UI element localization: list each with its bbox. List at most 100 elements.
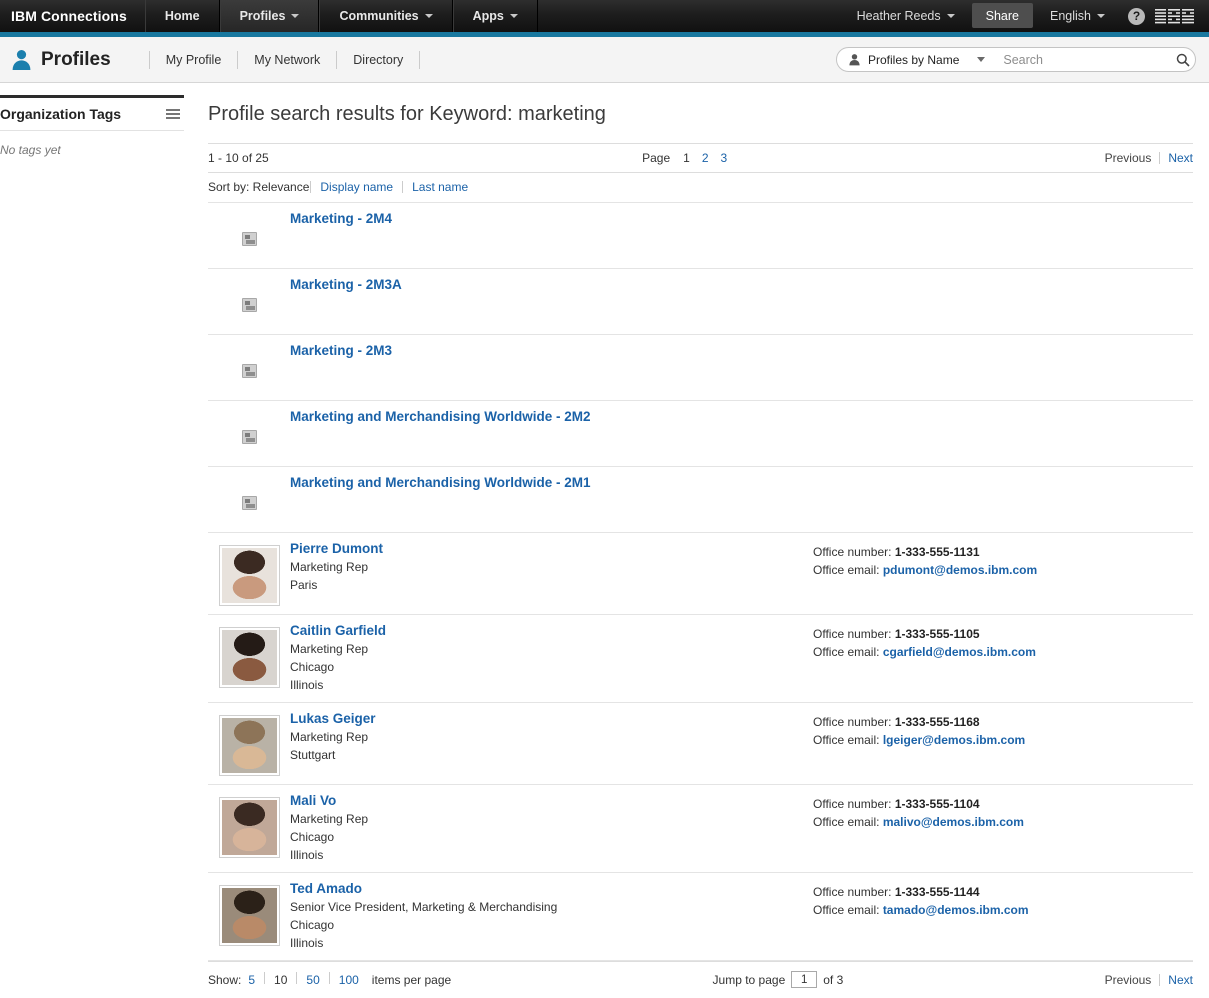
chevron-down-icon: [425, 14, 433, 18]
office-email-link[interactable]: cgarfield@demos.ibm.com: [883, 645, 1036, 659]
share-button[interactable]: Share: [972, 3, 1033, 28]
user-menu[interactable]: Heather Reeds: [844, 0, 968, 32]
global-nav-label: Profiles: [240, 9, 286, 23]
result-thumbnail: [208, 343, 290, 392]
jump-page-input[interactable]: [791, 971, 817, 988]
office-email-label: Office email:: [813, 645, 883, 659]
broken-image-icon: [242, 364, 257, 378]
result-detail-line: Marketing Rep: [290, 810, 797, 828]
avatar[interactable]: [219, 545, 280, 606]
avatar-image: [222, 888, 277, 943]
chevron-down-icon: [510, 14, 518, 18]
office-number-line: Office number: 1-333-555-1105: [813, 625, 1193, 643]
office-number-value: 1-333-555-1105: [895, 627, 980, 641]
result-name-link[interactable]: Marketing and Merchandising Worldwide - …: [290, 475, 591, 492]
broken-image-icon: [242, 298, 257, 312]
result-contact-info: [813, 277, 1193, 326]
items-per-page-options: 51050100: [241, 972, 365, 987]
empty-state-text: No tags yet: [0, 131, 184, 157]
result-thumbnail: [208, 409, 290, 458]
org-result-row: Marketing and Merchandising Worldwide - …: [208, 401, 1193, 467]
app-nav-my-network[interactable]: My Network: [238, 53, 336, 67]
items-per-page-50[interactable]: 50: [299, 973, 326, 987]
office-email-link[interactable]: malivo@demos.ibm.com: [883, 815, 1024, 829]
result-details: Marketing and Merchandising Worldwide - …: [290, 475, 813, 524]
avatar-image: [222, 630, 277, 685]
items-per-page-5[interactable]: 5: [241, 973, 262, 987]
result-details: Marketing and Merchandising Worldwide - …: [290, 409, 813, 458]
result-name-link[interactable]: Mali Vo: [290, 793, 336, 810]
result-name-link[interactable]: Ted Amado: [290, 881, 362, 898]
result-thumbnail: [208, 541, 290, 606]
result-name-link[interactable]: Lukas Geiger: [290, 711, 376, 728]
brand-logo[interactable]: IBM Connections: [0, 0, 145, 32]
result-name-link[interactable]: Marketing - 2M3A: [290, 277, 402, 294]
avatar[interactable]: [219, 715, 280, 776]
global-nav-home[interactable]: Home: [145, 0, 220, 32]
search-bar: Profiles by Name: [836, 47, 1196, 72]
result-details: Caitlin GarfieldMarketing RepChicagoIlli…: [290, 623, 813, 694]
page-link-3[interactable]: 3: [717, 151, 732, 165]
divider: [419, 51, 420, 69]
result-details: Ted AmadoSenior Vice President, Marketin…: [290, 881, 813, 952]
result-name-link[interactable]: Marketing - 2M4: [290, 211, 392, 228]
result-name-link[interactable]: Marketing and Merchandising Worldwide - …: [290, 409, 591, 426]
previous-link-top[interactable]: Previous: [1105, 151, 1160, 165]
avatar[interactable]: [219, 627, 280, 688]
language-menu-label: English: [1050, 9, 1091, 23]
office-number-label: Office number:: [813, 885, 895, 899]
divider: [296, 972, 297, 984]
page-link-2[interactable]: 2: [698, 151, 713, 165]
page-links: 123: [679, 151, 731, 165]
app-header: Profiles My ProfileMy NetworkDirectory P…: [0, 37, 1209, 83]
search-scope-dropdown[interactable]: Profiles by Name: [837, 48, 993, 71]
result-contact-info: [813, 409, 1193, 458]
global-nav-apps[interactable]: Apps: [453, 0, 538, 32]
main-content: Profile search results for Keyword: mark…: [200, 83, 1209, 998]
sort-display-name[interactable]: Display name: [312, 180, 401, 194]
result-name-link[interactable]: Caitlin Garfield: [290, 623, 386, 640]
result-detail-line: Paris: [290, 576, 797, 594]
app-nav-directory[interactable]: Directory: [337, 53, 419, 67]
office-email-link[interactable]: pdumont@demos.ibm.com: [883, 563, 1037, 577]
help-icon[interactable]: ?: [1128, 8, 1145, 25]
result-contact-info: Office number: 1-333-555-1131Office emai…: [813, 541, 1193, 606]
office-email-label: Office email:: [813, 563, 883, 577]
result-contact-info: Office number: 1-333-555-1144Office emai…: [813, 881, 1193, 952]
jump-label: Jump to page: [713, 973, 786, 987]
previous-link-bottom[interactable]: Previous: [1105, 973, 1160, 987]
result-contact-info: [813, 343, 1193, 392]
chevron-down-icon: [947, 14, 955, 18]
avatar[interactable]: [219, 885, 280, 946]
office-number-value: 1-333-555-1168: [895, 715, 980, 729]
show-label: Show:: [208, 973, 241, 987]
next-link-bottom[interactable]: Next: [1160, 973, 1193, 987]
chevron-down-icon: [291, 14, 299, 18]
global-nav-profiles[interactable]: Profiles: [220, 0, 320, 32]
global-navigation-bar: IBM Connections Home Profiles CommunitiesA…: [0, 0, 1209, 32]
search-icon[interactable]: [1172, 53, 1196, 67]
items-per-page-100[interactable]: 100: [332, 973, 366, 987]
next-link-top[interactable]: Next: [1160, 151, 1193, 165]
widget-title: Organization Tags: [0, 106, 121, 122]
app-nav-my-profile[interactable]: My Profile: [150, 53, 238, 67]
office-email-link[interactable]: lgeiger@demos.ibm.com: [883, 733, 1025, 747]
result-details: Marketing - 2M3A: [290, 277, 813, 326]
office-number-label: Office number:: [813, 715, 895, 729]
language-menu[interactable]: English: [1037, 0, 1118, 32]
result-name-link[interactable]: Pierre Dumont: [290, 541, 383, 558]
results-footer: Show: 51050100 items per page Jump to pa…: [208, 961, 1193, 998]
result-name-link[interactable]: Marketing - 2M3: [290, 343, 392, 360]
menu-icon[interactable]: [164, 107, 182, 121]
avatar-image: [222, 548, 277, 603]
page-title: Profiles: [41, 49, 111, 71]
avatar[interactable]: [219, 797, 280, 858]
org-result-row: Marketing - 2M3: [208, 335, 1193, 401]
result-detail-line: Chicago: [290, 828, 797, 846]
user-menu-label: Heather Reeds: [857, 9, 941, 23]
global-nav-communities[interactable]: Communities: [319, 0, 452, 32]
office-email-link[interactable]: tamado@demos.ibm.com: [883, 903, 1029, 917]
result-thumbnail: [208, 881, 290, 952]
search-input[interactable]: [993, 48, 1172, 71]
sort-last-name[interactable]: Last name: [404, 180, 476, 194]
